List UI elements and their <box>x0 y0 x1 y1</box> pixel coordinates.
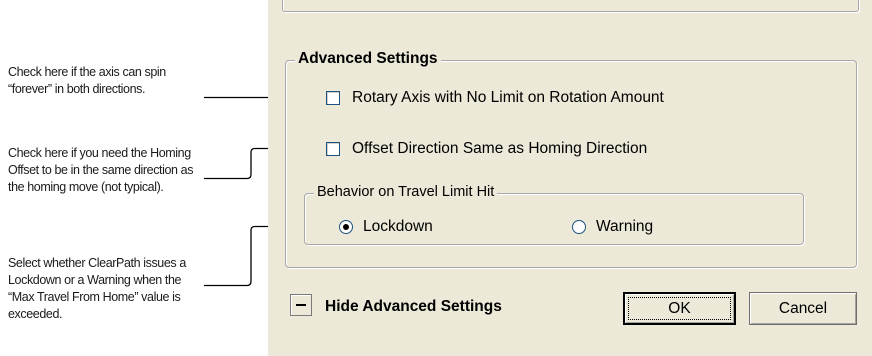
checkbox-box[interactable] <box>326 142 340 156</box>
rotary-axis-annotation: Check here if the axis can spin “forever… <box>8 65 166 96</box>
previous-settings-groupbox <box>282 0 859 12</box>
hide-advanced-label[interactable]: Hide Advanced Settings <box>325 298 502 316</box>
radio-button-selected[interactable] <box>339 220 353 234</box>
warning-label: Warning <box>596 218 654 235</box>
radio-button[interactable] <box>572 220 586 234</box>
ok-button[interactable]: OK <box>623 292 736 325</box>
advanced-settings-title: Advanced Settings <box>295 50 441 68</box>
dialog-window: Advanced Settings Rotary Axis with No Li… <box>268 0 872 356</box>
lockdown-radio[interactable]: Lockdown <box>339 218 433 236</box>
cancel-button[interactable]: Cancel <box>749 292 857 325</box>
warning-radio[interactable]: Warning <box>572 218 653 236</box>
minus-icon <box>296 304 306 306</box>
offset-direction-annotation: Check here if you need the Homing Offset… <box>8 146 194 194</box>
rotary-axis-label: Rotary Axis with No Limit on Rotation Am… <box>352 89 664 106</box>
offset-direction-checkbox[interactable]: Offset Direction Same as Homing Directio… <box>326 140 647 158</box>
offset-direction-label: Offset Direction Same as Homing Directio… <box>352 140 648 157</box>
hide-advanced-button[interactable] <box>290 294 312 316</box>
radio-dot <box>343 224 349 230</box>
rotary-axis-checkbox[interactable]: Rotary Axis with No Limit on Rotation Am… <box>326 89 664 107</box>
travel-limit-title: Behavior on Travel Limit Hit <box>314 184 498 200</box>
lockdown-label: Lockdown <box>363 218 433 235</box>
cancel-label: Cancel <box>778 299 828 317</box>
checkbox-box[interactable] <box>326 91 340 105</box>
focus-rectangle <box>628 297 731 320</box>
travel-limit-annotation: Select whether ClearPath issues a Lockdo… <box>8 256 186 321</box>
